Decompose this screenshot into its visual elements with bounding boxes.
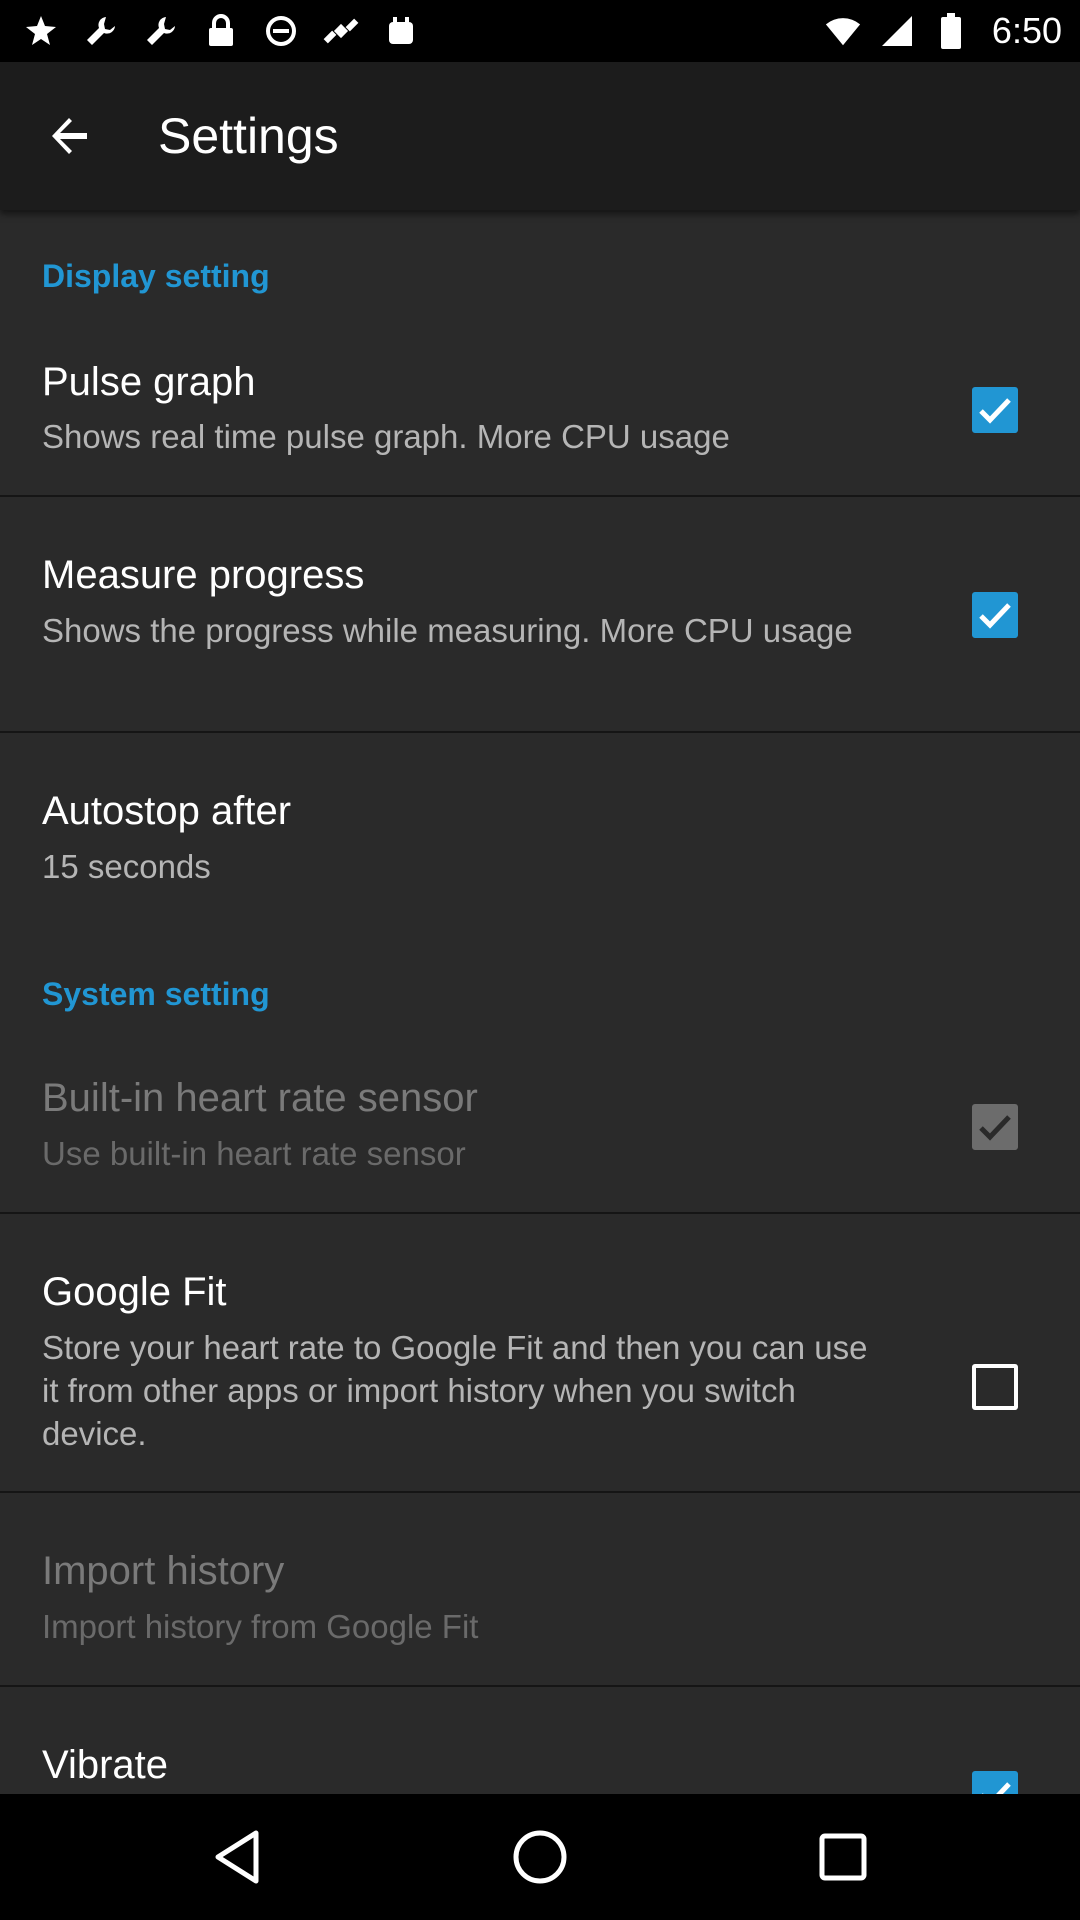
pref-vibrate[interactable]: Vibrate	[0, 1687, 1080, 1794]
google-fit-checkbox[interactable]	[972, 1364, 1018, 1410]
stack-notification-icon	[382, 12, 420, 50]
pref-measure-progress[interactable]: Measure progress Shows the progress whil…	[0, 497, 1080, 727]
no-sim-icon	[262, 12, 300, 50]
builtin-sensor-checkbox[interactable]	[972, 1104, 1018, 1150]
check-icon	[982, 1782, 1011, 1794]
pref-google-fit[interactable]: Google Fit Store your heart rate to Goog…	[0, 1214, 1080, 1494]
pref-title: Vibrate	[42, 1743, 169, 1787]
nav-home-button[interactable]	[505, 1822, 575, 1892]
nav-back-button[interactable]	[202, 1822, 272, 1892]
settings-list[interactable]: Display setting Pulse graph Shows real t…	[0, 210, 1080, 1794]
pref-summary: 15 seconds	[42, 848, 211, 885]
pref-pulse-graph[interactable]: Pulse graph Shows real time pulse graph.…	[0, 340, 1080, 488]
section-header-system: System setting	[42, 976, 270, 1012]
wifi-icon	[824, 12, 862, 50]
nav-recents-button[interactable]	[808, 1822, 878, 1892]
pref-summary: Shows real time pulse graph. More CPU us…	[42, 418, 730, 455]
measure-progress-checkbox[interactable]	[972, 592, 1018, 638]
pref-title: Measure progress	[42, 553, 365, 597]
status-time: 6:50	[991, 10, 1062, 51]
pref-import-history[interactable]: Import history Import history from Googl…	[0, 1493, 1080, 1683]
pref-title: Autostop after	[42, 789, 292, 833]
pref-summary: Use built-in heart rate sensor	[42, 1135, 466, 1172]
pulse-graph-checkbox[interactable]	[972, 387, 1018, 433]
recents-square-icon	[819, 1833, 867, 1881]
wrench-icon	[82, 12, 120, 50]
check-icon	[979, 1115, 1011, 1141]
lock-icon	[202, 12, 240, 50]
pref-summary: Store your heart rate to Google Fit and …	[42, 1329, 868, 1452]
pref-builtin-heart-rate-sensor[interactable]: Built-in heart rate sensor Use built-in …	[0, 1056, 1080, 1216]
vibrate-checkbox[interactable]	[972, 1771, 1018, 1794]
navigation-bar	[0, 1794, 1080, 1920]
back-button[interactable]	[40, 106, 100, 166]
check-icon	[979, 398, 1011, 424]
pref-title: Import history	[42, 1549, 285, 1593]
pref-summary: Shows the progress while measuring. More…	[42, 612, 853, 649]
home-circle-icon	[513, 1830, 567, 1884]
check-icon	[979, 603, 1011, 629]
pref-summary: Import history from Google Fit	[42, 1608, 479, 1645]
signal-icon	[878, 12, 916, 50]
pref-title: Built-in heart rate sensor	[42, 1076, 478, 1120]
back-triangle-icon	[215, 1830, 259, 1884]
app-notification-icon	[22, 12, 60, 50]
status-bar: 6:50	[0, 0, 1080, 62]
pref-title: Pulse graph	[42, 360, 256, 404]
pref-autostop-after[interactable]: Autostop after 15 seconds	[0, 733, 1080, 933]
section-header-display: Display setting	[42, 258, 270, 294]
wrench-icon	[142, 12, 180, 50]
app-bar: Settings	[0, 62, 1080, 210]
battery-icon	[932, 12, 970, 50]
arrow-back-icon	[52, 118, 87, 154]
page-title: Settings	[158, 108, 339, 164]
pref-title: Google Fit	[42, 1270, 227, 1314]
fake-gps-satellite-icon	[322, 12, 360, 50]
